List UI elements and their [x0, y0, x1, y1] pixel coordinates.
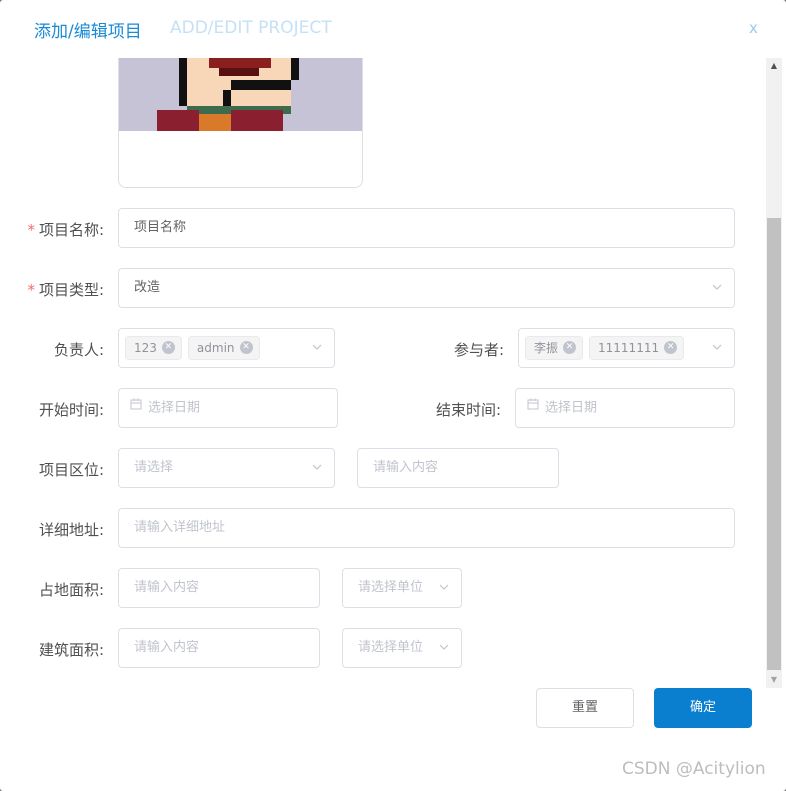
participant-tag: 11111111 ✕	[589, 336, 685, 360]
region-detail-input[interactable]: 请输入内容	[357, 448, 559, 488]
scroll-up-arrow-icon[interactable]: ▲	[766, 58, 782, 74]
chevron-down-icon	[439, 569, 449, 607]
address-label: 详细地址:	[38, 521, 104, 539]
region-input-placeholder: 请输入内容	[373, 460, 439, 475]
project-name-value: 项目名称	[134, 220, 187, 235]
participant-tag: 李振 ✕	[525, 336, 584, 360]
land-area-unit-placeholder: 请选择单位	[358, 580, 424, 595]
dialog-title: 添加/编辑项目	[34, 22, 142, 42]
avatar-upload[interactable]	[118, 58, 363, 188]
participants-label: 参与者:	[453, 341, 504, 359]
building-area-unit-select[interactable]: 请选择单位	[342, 628, 462, 668]
start-time-label: 开始时间:	[38, 401, 104, 419]
scroll-down-arrow-icon[interactable]: ▼	[766, 672, 782, 688]
participants-select[interactable]: 李振 ✕ 11111111 ✕	[518, 328, 735, 368]
end-time-label: 结束时间:	[435, 401, 501, 419]
owner-tag: admin ✕	[187, 336, 260, 360]
tag-close-icon[interactable]: ✕	[563, 341, 577, 354]
chevron-down-icon	[312, 329, 322, 367]
calendar-icon	[130, 388, 142, 426]
scrollbar-thumb[interactable]	[767, 218, 781, 670]
start-date-picker[interactable]: 选择日期	[118, 388, 338, 428]
address-placeholder: 请输入详细地址	[134, 520, 226, 535]
owner-select[interactable]: 123 ✕ admin ✕	[118, 328, 335, 368]
start-date-placeholder: 选择日期	[148, 400, 201, 416]
land-area-input[interactable]: 请输入内容	[118, 568, 320, 608]
building-area-placeholder: 请输入内容	[134, 640, 200, 655]
tag-close-icon[interactable]: ✕	[161, 341, 175, 354]
avatar-image	[119, 58, 362, 131]
address-input[interactable]: 请输入详细地址	[118, 508, 735, 548]
form-scrollbar[interactable]: ▲ ▼	[766, 58, 782, 688]
confirm-button[interactable]: 确定	[654, 688, 752, 728]
project-type-label: * 项目类型:	[27, 281, 104, 299]
watermark: CSDN @Acitylion	[622, 759, 766, 779]
land-area-label: 占地面积:	[38, 581, 104, 599]
end-date-placeholder: 选择日期	[545, 400, 598, 416]
project-type-select[interactable]: 改造	[118, 268, 735, 308]
dialog-subtitle: ADD/EDIT PROJECT	[170, 18, 332, 38]
calendar-icon	[527, 388, 539, 426]
tag-close-icon[interactable]: ✕	[239, 341, 253, 354]
region-label: 项目区位:	[38, 461, 104, 479]
building-area-input[interactable]: 请输入内容	[118, 628, 320, 668]
land-area-unit-select[interactable]: 请选择单位	[342, 568, 462, 608]
reset-button[interactable]: 重置	[536, 688, 634, 728]
project-name-input[interactable]: 项目名称	[118, 208, 735, 248]
land-area-placeholder: 请输入内容	[134, 580, 200, 595]
chevron-down-icon	[312, 449, 322, 487]
owner-tag: 123 ✕	[125, 336, 182, 360]
close-icon[interactable]: x	[749, 19, 758, 37]
required-mark: *	[27, 221, 35, 239]
chevron-down-icon	[439, 629, 449, 667]
tag-close-icon[interactable]: ✕	[664, 341, 678, 354]
chevron-down-icon	[712, 329, 722, 367]
building-area-unit-placeholder: 请选择单位	[358, 640, 424, 655]
required-mark: *	[27, 281, 35, 299]
edit-project-dialog: 添加/编辑项目 ADD/EDIT PROJECT x * 项目名称: 项目名称 *…	[0, 0, 786, 791]
project-name-label: * 项目名称:	[27, 221, 104, 239]
chevron-down-icon	[712, 269, 722, 307]
project-type-value: 改造	[134, 280, 161, 295]
building-area-label: 建筑面积:	[38, 641, 104, 659]
owner-label: 负责人:	[53, 341, 104, 359]
region-select-placeholder: 请选择	[134, 460, 174, 475]
end-date-picker[interactable]: 选择日期	[515, 388, 735, 428]
region-select[interactable]: 请选择	[118, 448, 335, 488]
